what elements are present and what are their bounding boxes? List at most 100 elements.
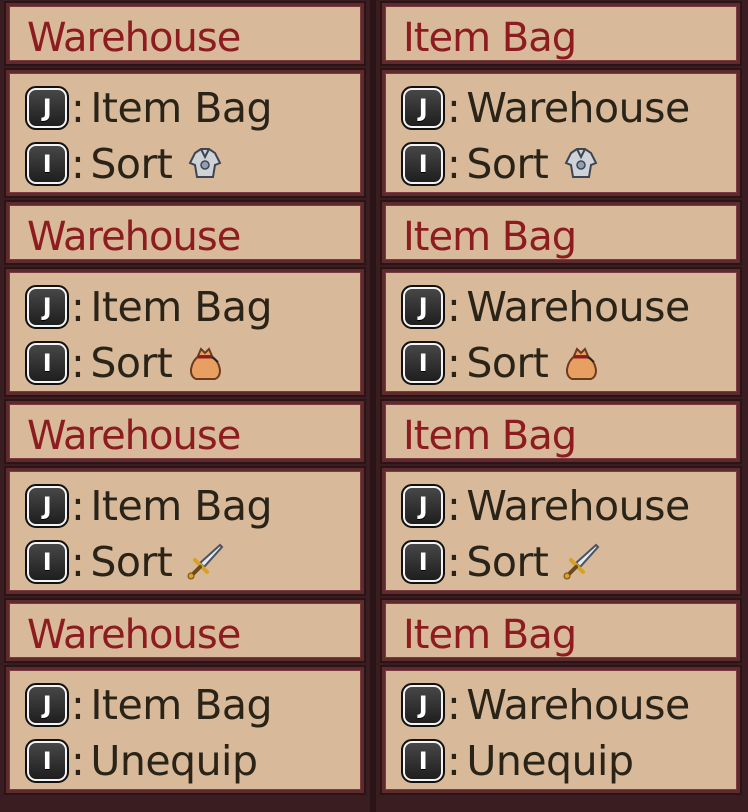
i-key-icon: I [401,540,445,584]
hint-row-unequip: I : Unequip [25,736,258,786]
hint-row-sort: I : Sort [401,338,602,388]
hint-label: Warehouse [466,482,690,530]
hint-group: Item Bag J : Warehouse I : Unequip [376,597,746,796]
hint-row-switch: J : Item Bag [25,282,272,332]
j-key-icon: J [25,86,69,130]
title-panel: Warehouse [6,401,364,462]
hint-row-sort: I : Sort [401,537,602,587]
separator: : [71,283,85,331]
panel-title: Warehouse [27,612,241,658]
hint-label: Item Bag [90,283,272,331]
panel-title: Item Bag [403,214,577,260]
j-key-icon: J [25,484,69,528]
hint-label: Sort [90,140,173,188]
separator: : [71,140,85,188]
controls-panel: J : Warehouse I : Sort [382,468,740,594]
hint-group: Item Bag J : Warehouse I : Sort [376,398,746,597]
hint-label: Unequip [466,737,634,785]
separator: : [71,84,85,132]
item-bag-column: Item Bag J : Warehouse I : Sort Item Bag… [376,0,746,812]
panel-title: Item Bag [403,413,577,459]
hint-row-switch: J : Warehouse [401,83,690,133]
j-key-icon: J [401,484,445,528]
j-key-icon: J [25,285,69,329]
separator: : [447,681,461,729]
separator: : [447,283,461,331]
i-key-icon: I [25,540,69,584]
hint-label: Warehouse [466,681,690,729]
i-key-icon: I [401,142,445,186]
controls-panel: J : Warehouse I : Sort [382,70,740,196]
hint-row-switch: J : Warehouse [401,680,690,730]
hint-group: Warehouse J : Item Bag I : Sort [0,0,370,199]
controls-panel: J : Item Bag I : Sort [6,70,364,196]
hint-label: Sort [466,339,549,387]
j-key-icon: J [401,285,445,329]
hint-row-unequip: I : Unequip [401,736,634,786]
controls-panel: J : Item Bag I : Sort [6,269,364,395]
hint-row-sort: I : Sort [401,139,602,189]
hint-label: Item Bag [90,84,272,132]
title-panel: Warehouse [6,600,364,661]
controls-panel: J : Item Bag I : Sort [6,468,364,594]
hint-group: Warehouse J : Item Bag I : Sort [0,199,370,398]
panel-title: Item Bag [403,15,577,61]
hint-label: Sort [466,140,549,188]
sword-icon [187,543,224,580]
panel-title: Warehouse [27,15,241,61]
j-key-icon: J [401,86,445,130]
hint-row-switch: J : Item Bag [25,680,272,730]
armor-icon [564,148,598,178]
hint-label: Unequip [90,737,258,785]
separator: : [71,482,85,530]
hint-row-switch: J : Warehouse [401,282,690,332]
armor-icon [188,148,222,178]
panel-title: Item Bag [403,612,577,658]
separator: : [447,482,461,530]
j-key-icon: J [401,683,445,727]
separator: : [447,140,461,188]
separator: : [447,538,461,586]
hint-label: Warehouse [466,283,690,331]
title-panel: Warehouse [6,202,364,263]
controls-panel: J : Warehouse I : Sort [382,269,740,395]
hint-row-switch: J : Warehouse [401,481,690,531]
title-panel: Item Bag [382,401,740,462]
hint-group: Item Bag J : Warehouse I : Sort [376,199,746,398]
pouch-icon [190,347,222,380]
pouch-icon [566,347,598,380]
i-key-icon: I [25,142,69,186]
hint-group: Item Bag J : Warehouse I : Sort [376,0,746,199]
separator: : [71,339,85,387]
hint-label: Sort [90,339,173,387]
hint-row-sort: I : Sort [25,537,226,587]
separator: : [447,737,461,785]
title-panel: Warehouse [6,3,364,64]
i-key-icon: I [25,341,69,385]
hint-row-switch: J : Item Bag [25,83,272,133]
hint-label: Sort [90,538,173,586]
sword-icon [563,543,600,580]
separator: : [71,538,85,586]
i-key-icon: I [401,341,445,385]
panel-title: Warehouse [27,413,241,459]
title-panel: Item Bag [382,3,740,64]
hint-label: Sort [466,538,549,586]
panel-title: Warehouse [27,214,241,260]
hint-label: Item Bag [90,681,272,729]
separator: : [447,84,461,132]
hint-row-sort: I : Sort [25,139,226,189]
hint-sheet: Warehouse J : Item Bag I : Sort Warehous… [0,0,748,812]
controls-panel: J : Item Bag I : Unequip [6,667,364,793]
title-panel: Item Bag [382,600,740,661]
hint-group: Warehouse J : Item Bag I : Unequip [0,597,370,796]
hint-label: Warehouse [466,84,690,132]
hint-row-switch: J : Item Bag [25,481,272,531]
title-panel: Item Bag [382,202,740,263]
j-key-icon: J [25,683,69,727]
separator: : [447,339,461,387]
i-key-icon: I [25,739,69,783]
hint-row-sort: I : Sort [25,338,226,388]
hint-label: Item Bag [90,482,272,530]
controls-panel: J : Warehouse I : Unequip [382,667,740,793]
